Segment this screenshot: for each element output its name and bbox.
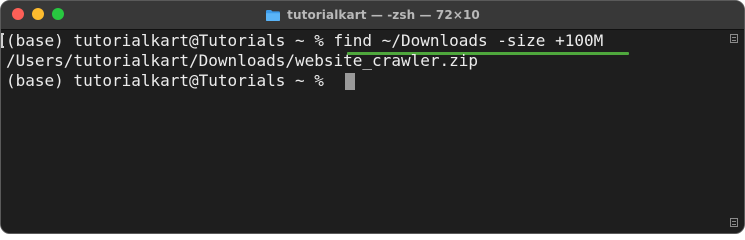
scroll-marker-top-icon[interactable] — [730, 34, 738, 43]
terminal-line-command: (base) tutorialkart@Tutorials ~ % find ~… — [6, 31, 604, 50]
terminal-line-prompt: (base) tutorialkart@Tutorials ~ % — [6, 71, 334, 90]
command-mark-icon — [1, 33, 4, 48]
window-title-group: tutorialkart — -zsh — 72×10 — [1, 1, 744, 29]
terminal-content[interactable]: (base) tutorialkart@Tutorials ~ % find ~… — [1, 30, 744, 233]
title-bar[interactable]: tutorialkart — -zsh — 72×10 — [1, 1, 744, 30]
window-title: tutorialkart — -zsh — 72×10 — [287, 8, 480, 22]
text-cursor — [345, 73, 355, 90]
terminal-window: tutorialkart — -zsh — 72×10 (base) tutor… — [0, 0, 745, 234]
folder-icon — [265, 9, 281, 22]
scroll-marker-bottom-icon[interactable] — [730, 218, 738, 227]
terminal-line-output: /Users/tutorialkart/Downloads/website_cr… — [6, 51, 479, 70]
